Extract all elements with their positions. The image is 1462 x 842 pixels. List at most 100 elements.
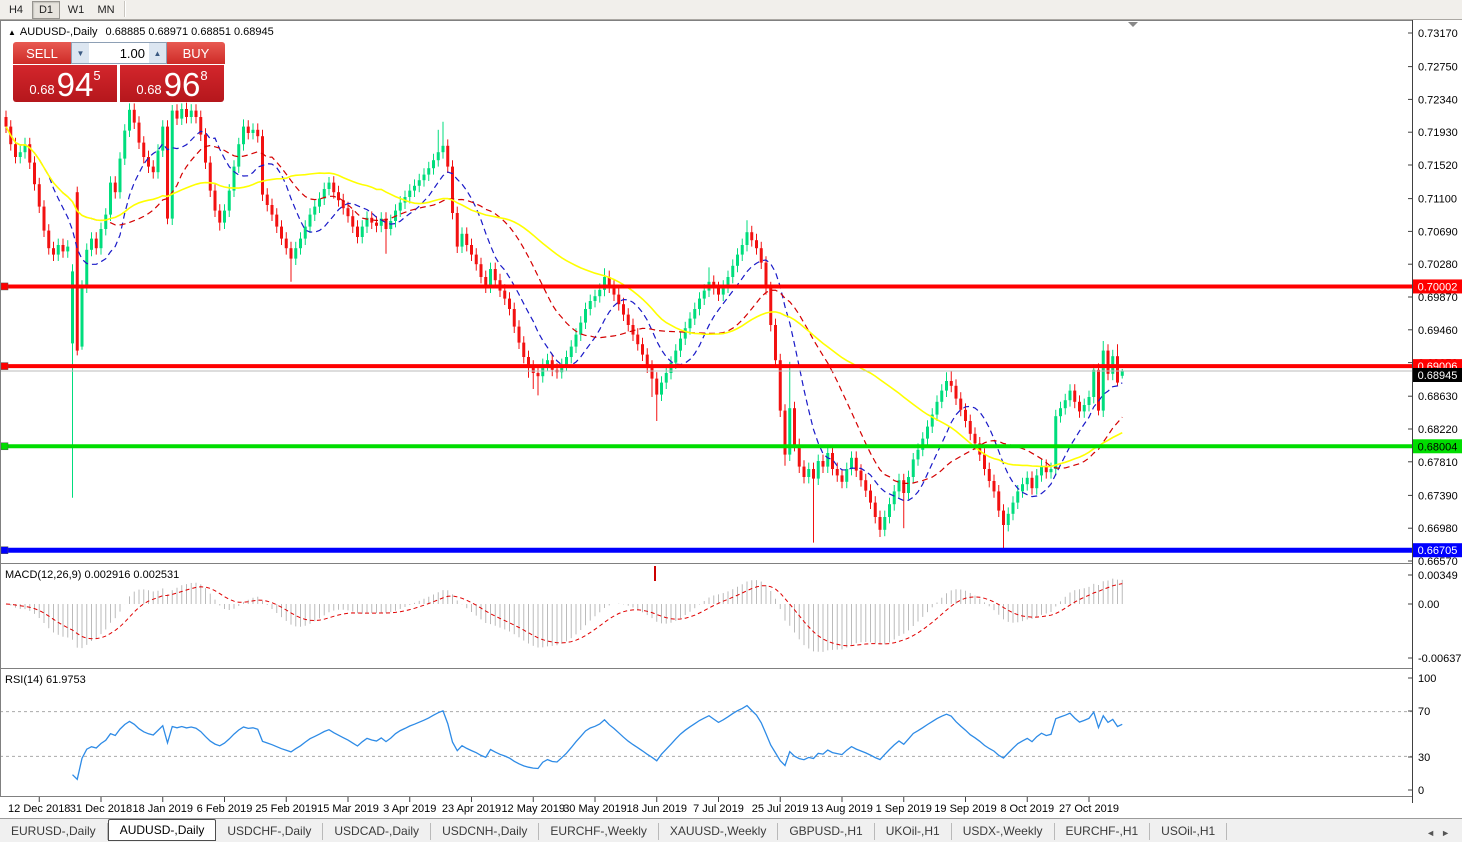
volume-increase-icon[interactable]: ▲ [149,43,166,63]
volume-decrease-icon[interactable]: ▼ [72,43,89,63]
candle [917,450,920,460]
candle [893,491,896,504]
candle [166,127,169,219]
buy-price-display[interactable]: 0.68 96 8 [120,65,224,102]
price-axis-label: 0.69460 [1418,325,1458,337]
sell-button[interactable]: SELL [13,42,71,64]
candle [351,216,354,226]
timeframe-button-mn[interactable]: MN [92,1,120,19]
volume-input[interactable]: 1.00 [89,43,149,63]
candle [280,227,283,239]
candle [171,111,174,219]
candle [850,458,853,469]
candle [489,269,492,287]
chart-tab-xauusd-weekly[interactable]: XAUUSD-,Weekly [659,823,778,840]
candle [185,109,188,117]
candle [1002,511,1005,525]
chart-tab-usoil-h1[interactable]: USOil-,H1 [1150,823,1227,840]
date-axis-label: 25 Feb 2019 [255,803,317,815]
tab-scroll-arrows[interactable]: ◄► [1426,828,1462,838]
date-axis-label: 8 Oct 2019 [1000,803,1054,815]
candle [584,309,587,323]
candle [793,408,796,445]
candle [1050,469,1053,472]
timeframe-button-d1[interactable]: D1 [32,1,60,19]
candle [33,163,36,185]
candle [1078,402,1081,412]
timeframe-button-h4[interactable]: H4 [2,1,30,19]
candle [974,434,977,444]
chart-shift-marker-icon [1128,22,1138,27]
price-axis-label: 0.66570 [1418,556,1458,568]
timeframe-button-w1[interactable]: W1 [62,1,90,19]
chart-tab-usdx-weekly[interactable]: USDX-,Weekly [952,823,1055,840]
price-tag-label: 0.68004 [1418,441,1458,453]
candle [214,191,217,211]
mt4-window: { "toolbar":{"timeframes":[ {"label":"H4… [0,0,1462,842]
candle [290,248,293,258]
candle [883,517,886,530]
buy-button[interactable]: BUY [167,42,225,64]
chart-tab-eurusd-daily[interactable]: EURUSD-,Daily [0,823,108,840]
price-axis-label: 0.72750 [1418,62,1458,74]
price-chart[interactable]: 0.731700.727500.723400.719300.715200.711… [0,20,1462,818]
chart-tab-usdcad-daily[interactable]: USDCAD-,Daily [323,823,431,840]
chart-tab-usdcnh-daily[interactable]: USDCNH-,Daily [431,823,539,840]
candle [418,180,421,186]
rsi-line [73,706,1123,780]
candle [1088,397,1091,405]
candle [119,159,122,193]
candle [1026,478,1029,484]
candle [836,469,839,475]
price-axis-label: 0.68630 [1418,391,1458,403]
candle [518,327,521,343]
candle [133,110,136,123]
price-tag-label: 0.70002 [1418,281,1458,293]
candle [1107,351,1110,374]
candle [1064,400,1067,408]
candle [5,117,8,127]
chart-tab-usdchf-daily[interactable]: USDCHF-,Daily [216,823,323,840]
price-axis-label: 0.71930 [1418,127,1458,139]
sell-price-display[interactable]: 0.68 94 5 [13,65,117,102]
candle [195,111,198,117]
price-tag-label: 0.66705 [1418,545,1458,557]
sell-price-pipette: 5 [93,68,100,83]
candle [1121,371,1124,376]
candle [679,339,682,351]
chart-tab-gbpusd-h1[interactable]: GBPUSD-,H1 [778,823,874,840]
collapse-icon[interactable]: ▲ [8,28,16,37]
candle [869,491,872,503]
rsi-indicator-label: RSI(14) 61.9753 [5,674,86,686]
candle [1059,408,1062,416]
candle [888,504,891,517]
candle [983,455,986,469]
candle [570,347,573,357]
candle [579,323,582,335]
chart-tab-eurchf-h1[interactable]: EURCHF-,H1 [1055,823,1151,840]
date-axis-label: 7 Jul 2019 [693,803,744,815]
candle [408,191,411,197]
candle [651,367,654,379]
date-axis-label: 30 May 2019 [563,803,627,815]
candle [879,517,882,530]
chart-tab-bar: EURUSD-,DailyAUDUSD-,DailyUSDCHF-,DailyU… [0,818,1462,842]
candle [309,215,312,227]
chart-tab-eurchf-weekly[interactable]: EURCHF-,Weekly [539,823,658,840]
chart-tab-audusd-daily[interactable]: AUDUSD-,Daily [108,819,217,841]
candle [161,127,164,151]
candle [874,503,877,517]
candle [755,240,758,248]
candle [399,203,402,211]
candle [52,248,55,254]
date-axis-label: 6 Feb 2019 [197,803,253,815]
price-axis-label: 0.68220 [1418,424,1458,436]
candle [940,391,943,402]
chart-tab-ukoil-h1[interactable]: UKOil-,H1 [875,823,952,840]
price-axis-label: 0.70280 [1418,259,1458,271]
candle [997,491,1000,510]
candle [627,315,630,325]
candle [318,199,321,207]
candle [252,130,255,133]
candle [275,215,278,227]
